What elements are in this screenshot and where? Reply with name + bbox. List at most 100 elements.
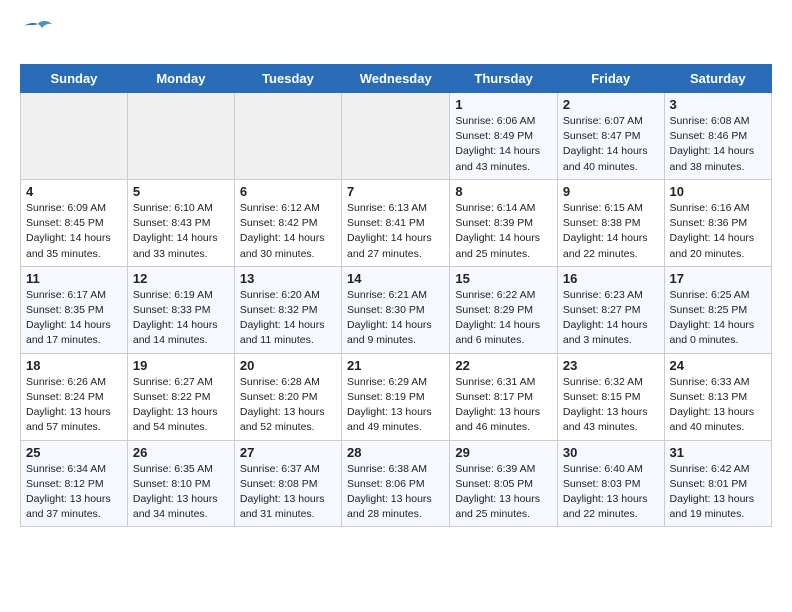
- day-number: 7: [347, 184, 444, 199]
- calendar-header: SundayMondayTuesdayWednesdayThursdayFrid…: [21, 65, 772, 93]
- day-info: Sunrise: 6:38 AMSunset: 8:06 PMDaylight:…: [347, 462, 444, 523]
- day-info: Sunrise: 6:17 AMSunset: 8:35 PMDaylight:…: [26, 288, 122, 349]
- calendar-cell: 9 Sunrise: 6:15 AMSunset: 8:38 PMDaylight…: [557, 179, 664, 266]
- day-info: Sunrise: 6:31 AMSunset: 8:17 PMDaylight:…: [455, 375, 552, 436]
- calendar-cell: [342, 93, 450, 180]
- day-number: 11: [26, 271, 122, 286]
- weekday-header-tuesday: Tuesday: [234, 65, 341, 93]
- calendar-cell: 2 Sunrise: 6:07 AMSunset: 8:47 PMDaylight…: [557, 93, 664, 180]
- day-number: 15: [455, 271, 552, 286]
- day-number: 18: [26, 358, 122, 373]
- day-number: 28: [347, 445, 444, 460]
- day-info: Sunrise: 6:33 AMSunset: 8:13 PMDaylight:…: [670, 375, 766, 436]
- calendar-week-3: 11 Sunrise: 6:17 AMSunset: 8:35 PMDayligh…: [21, 266, 772, 353]
- day-info: Sunrise: 6:42 AMSunset: 8:01 PMDaylight:…: [670, 462, 766, 523]
- day-info: Sunrise: 6:06 AMSunset: 8:49 PMDaylight:…: [455, 114, 552, 175]
- day-number: 9: [563, 184, 659, 199]
- day-number: 2: [563, 97, 659, 112]
- day-info: Sunrise: 6:35 AMSunset: 8:10 PMDaylight:…: [133, 462, 229, 523]
- logo-bird-icon: [24, 20, 52, 42]
- day-number: 30: [563, 445, 659, 460]
- calendar-cell: 21 Sunrise: 6:29 AMSunset: 8:19 PMDayligh…: [342, 353, 450, 440]
- calendar-cell: [21, 93, 128, 180]
- page-header: [20, 20, 772, 48]
- day-number: 21: [347, 358, 444, 373]
- calendar-cell: 26Sunrise: 6:35 AMSunset: 8:10 PMDayligh…: [127, 440, 234, 527]
- calendar-cell: 16 Sunrise: 6:23 AMSunset: 8:27 PMDayligh…: [557, 266, 664, 353]
- day-info: Sunrise: 6:19 AMSunset: 8:33 PMDaylight:…: [133, 288, 229, 349]
- calendar-cell: 31Sunrise: 6:42 AMSunset: 8:01 PMDayligh…: [664, 440, 771, 527]
- day-number: 5: [133, 184, 229, 199]
- day-info: Sunrise: 6:15 AMSunset: 8:38 PMDaylight:…: [563, 201, 659, 262]
- day-info: Sunrise: 6:27 AMSunset: 8:22 PMDaylight:…: [133, 375, 229, 436]
- calendar-cell: 27 Sunrise: 6:37 AMSunset: 8:08 PMDayligh…: [234, 440, 341, 527]
- day-number: 8: [455, 184, 552, 199]
- calendar-cell: 10Sunrise: 6:16 AMSunset: 8:36 PMDayligh…: [664, 179, 771, 266]
- calendar-cell: [234, 93, 341, 180]
- weekday-header-monday: Monday: [127, 65, 234, 93]
- day-number: 22: [455, 358, 552, 373]
- calendar-cell: [127, 93, 234, 180]
- day-number: 10: [670, 184, 766, 199]
- day-info: Sunrise: 6:21 AMSunset: 8:30 PMDaylight:…: [347, 288, 444, 349]
- day-info: Sunrise: 6:25 AMSunset: 8:25 PMDaylight:…: [670, 288, 766, 349]
- calendar-week-2: 4Sunrise: 6:09 AMSunset: 8:45 PMDaylight…: [21, 179, 772, 266]
- logo: [20, 20, 52, 48]
- day-info: Sunrise: 6:07 AMSunset: 8:47 PMDaylight:…: [563, 114, 659, 175]
- calendar-cell: 29Sunrise: 6:39 AMSunset: 8:05 PMDayligh…: [450, 440, 558, 527]
- calendar-cell: 12 Sunrise: 6:19 AMSunset: 8:33 PMDayligh…: [127, 266, 234, 353]
- day-info: Sunrise: 6:34 AMSunset: 8:12 PMDaylight:…: [26, 462, 122, 523]
- calendar-cell: 22 Sunrise: 6:31 AMSunset: 8:17 PMDayligh…: [450, 353, 558, 440]
- calendar-cell: 11 Sunrise: 6:17 AMSunset: 8:35 PMDayligh…: [21, 266, 128, 353]
- day-info: Sunrise: 6:37 AMSunset: 8:08 PMDaylight:…: [240, 462, 336, 523]
- day-info: Sunrise: 6:22 AMSunset: 8:29 PMDaylight:…: [455, 288, 552, 349]
- calendar-week-1: 1 Sunrise: 6:06 AMSunset: 8:49 PMDaylight…: [21, 93, 772, 180]
- calendar-cell: 28 Sunrise: 6:38 AMSunset: 8:06 PMDayligh…: [342, 440, 450, 527]
- weekday-header-wednesday: Wednesday: [342, 65, 450, 93]
- day-info: Sunrise: 6:26 AMSunset: 8:24 PMDaylight:…: [26, 375, 122, 436]
- day-number: 24: [670, 358, 766, 373]
- day-number: 6: [240, 184, 336, 199]
- day-info: Sunrise: 6:23 AMSunset: 8:27 PMDaylight:…: [563, 288, 659, 349]
- calendar-cell: 5 Sunrise: 6:10 AMSunset: 8:43 PMDaylight…: [127, 179, 234, 266]
- day-number: 17: [670, 271, 766, 286]
- calendar-cell: 8Sunrise: 6:14 AMSunset: 8:39 PMDaylight…: [450, 179, 558, 266]
- weekday-header-friday: Friday: [557, 65, 664, 93]
- day-number: 27: [240, 445, 336, 460]
- day-number: 13: [240, 271, 336, 286]
- calendar-cell: 15 Sunrise: 6:22 AMSunset: 8:29 PMDayligh…: [450, 266, 558, 353]
- calendar-cell: 25Sunrise: 6:34 AMSunset: 8:12 PMDayligh…: [21, 440, 128, 527]
- day-number: 3: [670, 97, 766, 112]
- calendar-cell: 17 Sunrise: 6:25 AMSunset: 8:25 PMDayligh…: [664, 266, 771, 353]
- day-info: Sunrise: 6:40 AMSunset: 8:03 PMDaylight:…: [563, 462, 659, 523]
- calendar-week-4: 18 Sunrise: 6:26 AMSunset: 8:24 PMDayligh…: [21, 353, 772, 440]
- day-number: 1: [455, 97, 552, 112]
- calendar-cell: 23Sunrise: 6:32 AMSunset: 8:15 PMDayligh…: [557, 353, 664, 440]
- day-info: Sunrise: 6:29 AMSunset: 8:19 PMDaylight:…: [347, 375, 444, 436]
- day-info: Sunrise: 6:08 AMSunset: 8:46 PMDaylight:…: [670, 114, 766, 175]
- calendar-cell: 30 Sunrise: 6:40 AMSunset: 8:03 PMDayligh…: [557, 440, 664, 527]
- day-info: Sunrise: 6:28 AMSunset: 8:20 PMDaylight:…: [240, 375, 336, 436]
- calendar-cell: 3 Sunrise: 6:08 AMSunset: 8:46 PMDaylight…: [664, 93, 771, 180]
- day-info: Sunrise: 6:13 AMSunset: 8:41 PMDaylight:…: [347, 201, 444, 262]
- calendar-cell: 14 Sunrise: 6:21 AMSunset: 8:30 PMDayligh…: [342, 266, 450, 353]
- weekday-header-sunday: Sunday: [21, 65, 128, 93]
- day-number: 12: [133, 271, 229, 286]
- calendar-cell: 6Sunrise: 6:12 AMSunset: 8:42 PMDaylight…: [234, 179, 341, 266]
- calendar-week-5: 25Sunrise: 6:34 AMSunset: 8:12 PMDayligh…: [21, 440, 772, 527]
- day-number: 29: [455, 445, 552, 460]
- calendar-cell: 4Sunrise: 6:09 AMSunset: 8:45 PMDaylight…: [21, 179, 128, 266]
- calendar-cell: 1 Sunrise: 6:06 AMSunset: 8:49 PMDaylight…: [450, 93, 558, 180]
- day-number: 23: [563, 358, 659, 373]
- weekday-row: SundayMondayTuesdayWednesdayThursdayFrid…: [21, 65, 772, 93]
- day-number: 19: [133, 358, 229, 373]
- day-info: Sunrise: 6:10 AMSunset: 8:43 PMDaylight:…: [133, 201, 229, 262]
- day-number: 4: [26, 184, 122, 199]
- day-number: 16: [563, 271, 659, 286]
- calendar-cell: 24 Sunrise: 6:33 AMSunset: 8:13 PMDayligh…: [664, 353, 771, 440]
- day-number: 14: [347, 271, 444, 286]
- calendar-cell: 18 Sunrise: 6:26 AMSunset: 8:24 PMDayligh…: [21, 353, 128, 440]
- day-info: Sunrise: 6:20 AMSunset: 8:32 PMDaylight:…: [240, 288, 336, 349]
- calendar-cell: 20Sunrise: 6:28 AMSunset: 8:20 PMDayligh…: [234, 353, 341, 440]
- weekday-header-saturday: Saturday: [664, 65, 771, 93]
